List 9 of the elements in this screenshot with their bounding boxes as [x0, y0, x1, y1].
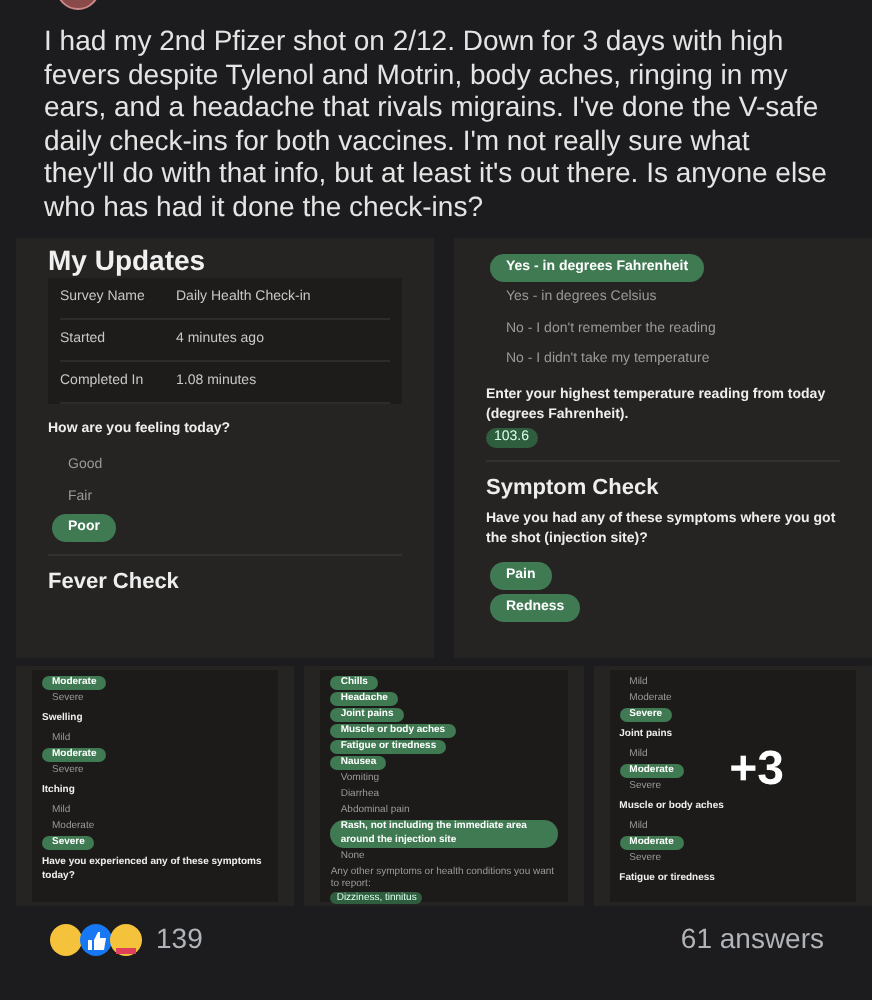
- answers-count[interactable]: 61 answers: [680, 918, 824, 960]
- post-text: I had my 2nd Pfizer shot on 2/12. Down for 3 days with high fevers despite Tylenol and Motrin, body aches, ringing in my ears, and a headache that rivals migrains. I've done the V-safe daily check-ins for both vaccines. I'm not really sure what they'll do with that info, but at least it's out there. Is anyone else who has had it done the check-ins?: [42, 22, 829, 225]
- section-title: Fever Check: [48, 554, 402, 592]
- more-images-count: +3: [729, 746, 784, 794]
- reaction-icons[interactable]: [48, 921, 144, 957]
- screenshot-image[interactable]: [304, 666, 584, 906]
- section-title: Symptom Check: [486, 460, 840, 498]
- screenshot-image[interactable]: [454, 238, 872, 658]
- reaction-count: 139: [156, 920, 203, 958]
